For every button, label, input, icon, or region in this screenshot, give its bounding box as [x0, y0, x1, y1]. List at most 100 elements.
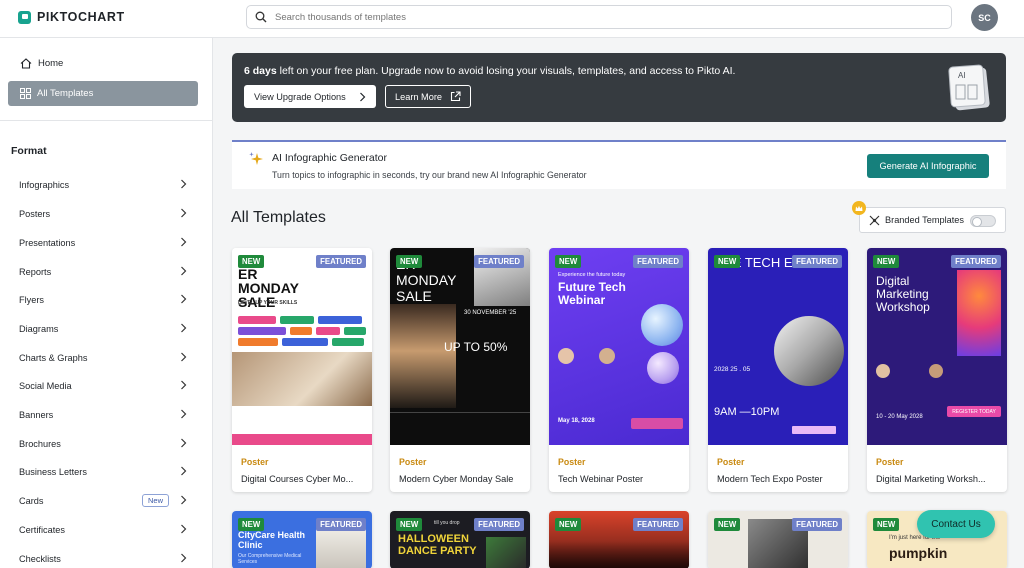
- template-name: Modern Cyber Monday Sale: [399, 474, 514, 484]
- sidebar-item-presentations[interactable]: Presentations: [19, 234, 187, 252]
- template-name: Digital Courses Cyber Mo...: [241, 474, 354, 484]
- sidebar-item-reports[interactable]: Reports: [19, 263, 187, 281]
- template-card[interactable]: ER MONDAY SALE 30 NOVEMBER '25 UP TO 50%…: [390, 248, 530, 492]
- contact-us-button[interactable]: Contact Us: [917, 510, 995, 538]
- template-card[interactable]: till you drop HALLOWEEN DANCE PARTY NEW …: [390, 511, 530, 568]
- sidebar-item-brochures[interactable]: Brochures: [19, 435, 187, 453]
- thumb-crowd: [549, 541, 689, 568]
- sidebar-item-label: Infographics: [19, 180, 70, 190]
- new-badge: NEW: [238, 518, 265, 531]
- format-heading: Format: [11, 145, 47, 157]
- generate-ai-infographic-button[interactable]: Generate AI Infographic: [867, 154, 989, 178]
- search-icon: [247, 11, 275, 23]
- template-thumbnail[interactable]: Digital Marketing Workshop REGISTER TODA…: [867, 248, 1007, 445]
- sidebar-item-banners[interactable]: Banners: [19, 406, 187, 424]
- sidebar-item-charts-graphs[interactable]: Charts & Graphs: [19, 349, 187, 367]
- template-card[interactable]: Digital Marketing Workshop REGISTER TODA…: [867, 248, 1007, 492]
- logo-text: PIKTOCHART: [37, 10, 125, 24]
- sidebar-item-diagrams[interactable]: Diagrams: [19, 320, 187, 338]
- view-upgrade-options-button[interactable]: View Upgrade Options: [244, 85, 376, 108]
- featured-badge: FEATURED: [474, 518, 524, 531]
- template-card[interactable]: NEW FEATURED: [549, 511, 689, 568]
- template-card[interactable]: ER MONDAY SALE LEVEL UP YOUR SKILLS NEW …: [232, 248, 372, 492]
- template-thumbnail[interactable]: ER MONDAY SALE LEVEL UP YOUR SKILLS: [232, 248, 372, 445]
- thumb-speaker: [929, 364, 943, 378]
- branded-templates-toggle[interactable]: Branded Templates: [859, 207, 1006, 233]
- template-name: Digital Marketing Worksh...: [876, 474, 986, 484]
- ai-generator-bar: AI Infographic Generator Turn topics to …: [232, 140, 1006, 189]
- template-thumbnail[interactable]: Experience the future today Future Tech …: [549, 248, 689, 445]
- thumb-title: Future Tech Webinar: [558, 280, 626, 307]
- featured-badge: FEATURED: [951, 255, 1001, 268]
- branded-label: Branded Templates: [885, 215, 964, 225]
- chevron-right-icon: [180, 495, 187, 507]
- chevron-right-icon: [180, 179, 187, 191]
- sidebar-item-certificates[interactable]: Certificates: [19, 521, 187, 539]
- sidebar-item-all-templates[interactable]: All Templates: [8, 81, 198, 106]
- sidebar-item-home[interactable]: Home: [8, 51, 198, 76]
- chevron-right-icon: [180, 466, 187, 478]
- sidebar-item-infographics[interactable]: Infographics: [19, 176, 187, 194]
- button-label: Learn More: [395, 91, 442, 102]
- featured-badge: FEATURED: [792, 518, 842, 531]
- toggle-switch[interactable]: [970, 215, 996, 227]
- sidebar-item-checklists[interactable]: Checklists: [19, 550, 187, 568]
- thumb-time: 9AM —10PM: [714, 406, 780, 418]
- chevron-right-icon: [180, 438, 187, 450]
- thumb-register-button: REGISTER TODAY: [947, 406, 1001, 417]
- chevron-right-icon: [180, 208, 187, 220]
- sidebar-item-label: Charts & Graphs: [19, 353, 88, 363]
- template-thumbnail[interactable]: URE TECH EXPO 2028 25 . 05 9AM —10PM: [708, 248, 848, 445]
- thumb-speaker: [599, 348, 615, 364]
- page-title: All Templates: [231, 209, 326, 226]
- featured-badge: FEATURED: [316, 255, 366, 268]
- chevron-right-icon: [180, 409, 187, 421]
- template-category: Poster: [241, 457, 269, 467]
- logo[interactable]: PIKTOCHART: [18, 10, 125, 24]
- chevron-right-icon: [180, 524, 187, 536]
- template-card[interactable]: NEW FEATURED: [708, 511, 848, 568]
- new-badge: NEW: [873, 255, 900, 268]
- thumb-tags: [238, 316, 366, 348]
- top-bar: PIKTOCHART SC: [0, 0, 1024, 38]
- ai-generator-title: AI Infographic Generator: [272, 152, 387, 164]
- sidebar-item-label: All Templates: [37, 88, 94, 99]
- new-badge: NEW: [714, 518, 741, 531]
- new-badge: NEW: [555, 518, 582, 531]
- search-box[interactable]: [246, 5, 952, 29]
- sidebar-item-social-media[interactable]: Social Media: [19, 377, 187, 395]
- chevron-right-icon: [180, 266, 187, 278]
- sidebar-item-business-letters[interactable]: Business Letters: [19, 463, 187, 481]
- thumb-photo: [232, 352, 372, 406]
- crown-icon: [852, 201, 866, 215]
- featured-badge: FEATURED: [792, 255, 842, 268]
- sidebar-item-cards[interactable]: Cards New: [19, 492, 187, 510]
- search-input[interactable]: [275, 11, 915, 23]
- sidebar-item-flyers[interactable]: Flyers: [19, 291, 187, 309]
- new-badge: New: [141, 494, 169, 507]
- home-icon: [20, 58, 32, 69]
- template-card[interactable]: CityCare Health Clinic Our Comprehensive…: [232, 511, 372, 568]
- chevron-right-icon: [180, 237, 187, 249]
- learn-more-button[interactable]: Learn More: [385, 85, 471, 108]
- new-badge: NEW: [714, 255, 741, 268]
- sidebar-item-label: Social Media: [19, 381, 72, 391]
- thumb-tag: [792, 426, 836, 434]
- thumb-sphere: [647, 352, 679, 384]
- sidebar-item-label: Cards: [19, 496, 44, 506]
- sidebar-item-label: Business Letters: [19, 467, 87, 477]
- template-category: Poster: [717, 457, 745, 467]
- avatar[interactable]: SC: [971, 4, 998, 31]
- thumb-date: 10 - 20 May 2028: [876, 414, 923, 420]
- template-thumbnail[interactable]: ER MONDAY SALE 30 NOVEMBER '25 UP TO 50%: [390, 248, 530, 445]
- template-card[interactable]: URE TECH EXPO 2028 25 . 05 9AM —10PM NEW…: [708, 248, 848, 492]
- sidebar-item-posters[interactable]: Posters: [19, 205, 187, 223]
- thumb-footer-bar: [232, 434, 372, 445]
- thumb-art: [486, 537, 526, 568]
- ai-document-icon: AI: [948, 63, 992, 111]
- chevron-right-icon: [180, 352, 187, 364]
- thumb-title: Digital Marketing Workshop: [876, 274, 930, 314]
- sidebar-item-label: Banners: [19, 410, 54, 420]
- thumb-title: CityCare Health Clinic: [238, 530, 306, 550]
- template-card[interactable]: Experience the future today Future Tech …: [549, 248, 689, 492]
